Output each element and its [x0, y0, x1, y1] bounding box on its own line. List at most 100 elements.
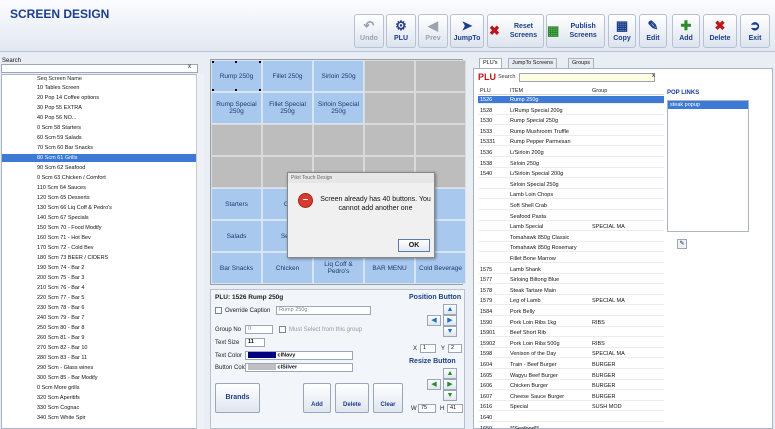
undo-button[interactable]: ↶ Undo: [354, 14, 384, 48]
screen-list-item[interactable]: 290 Scm - Glass wines: [2, 364, 198, 372]
plu-row[interactable]: Soft Shell Crab: [478, 202, 664, 210]
prev-button[interactable]: ◀ Prev: [418, 14, 448, 48]
plu-row[interactable]: 1650 **Seafood**: [478, 425, 664, 429]
shrink-left-button[interactable]: ◀: [427, 379, 441, 390]
pop-link-edit-icon[interactable]: ✎: [677, 239, 687, 249]
screen-list-item[interactable]: 220 Scm 77 - Bar 5: [2, 294, 198, 302]
left-search-input[interactable]: [1, 64, 198, 73]
plu-column-header[interactable]: ITEM: [510, 87, 592, 95]
screen-list-item[interactable]: 190 Scm 74 - Bar 2: [2, 264, 198, 272]
grid-cell[interactable]: [364, 124, 415, 156]
caption-input[interactable]: Rump 250g: [276, 306, 371, 315]
plu-column-header[interactable]: Group: [592, 87, 632, 95]
screen-list-item[interactable]: 0 Scm More grills: [2, 384, 198, 392]
screen-list-item[interactable]: 70 Scm 60 Bar Snacks: [2, 144, 198, 152]
screen-list-item[interactable]: 140 Scm 67 Specials: [2, 214, 198, 222]
button-color-select[interactable]: clSilver: [245, 363, 353, 372]
grid-cell[interactable]: [415, 60, 466, 92]
grid-cell[interactable]: [211, 124, 262, 156]
screen-list-item[interactable]: 160 Scm 71 - Hot Bev: [2, 234, 198, 242]
screen-list-item[interactable]: 30 Pop 55 EXTRA: [2, 104, 198, 112]
plu-row[interactable]: 1579 Leg of Lamb SPECIAL MA: [478, 297, 664, 306]
screen-list-item[interactable]: 300 Scm 85 - Bar Modify: [2, 374, 198, 382]
must-select-checkbox[interactable]: [279, 326, 286, 333]
screen-list-item[interactable]: 110 Scm 64 Sauces: [2, 184, 198, 192]
screen-list-item[interactable]: 270 Scm 82 - Bar 10: [2, 344, 198, 352]
left-search-clear[interactable]: x: [188, 64, 191, 70]
jumpto-button[interactable]: ➤ JumpTo: [450, 14, 484, 48]
screen-list-item[interactable]: 80 Scm 61 Grills: [2, 154, 198, 162]
add-button[interactable]: ✚ Add: [672, 14, 700, 48]
screen-list-item[interactable]: 170 Scm 72 - Cold Bev: [2, 244, 198, 252]
plu-row[interactable]: 1605 Wagyu Beef Burger BURGER: [478, 372, 664, 380]
plu-row[interactable]: 1598 Venison of the Day SPECIAL MA: [478, 350, 664, 359]
plu-row[interactable]: 1607 Cheese Sauce Burger BURGER: [478, 393, 664, 401]
plu-row[interactable]: 1528 L/Rump Special 200g: [478, 107, 664, 115]
right-tab[interactable]: Groups: [568, 58, 595, 68]
plu-row[interactable]: 1584 Pork Belly: [478, 308, 664, 316]
move-right-button[interactable]: ▶: [443, 315, 457, 326]
selection-handle[interactable]: [212, 89, 214, 91]
plu-row[interactable]: 15902 Pork Loin Ribs 500g RIBS: [478, 340, 664, 348]
plu-row[interactable]: 1575 Lamb Shank: [478, 266, 664, 274]
screen-list-item[interactable]: 210 Scm 76 - Bar 4: [2, 284, 198, 292]
grid-button[interactable]: Rump Special 250g: [211, 92, 262, 124]
grid-button[interactable]: Fillet 250g: [262, 60, 313, 92]
y-input[interactable]: 2: [448, 344, 462, 353]
grow-right-button[interactable]: ▶: [443, 379, 457, 390]
move-up-button[interactable]: ▲: [443, 304, 457, 315]
screen-list-item[interactable]: 10 Tables Screen: [2, 84, 198, 92]
screen-list-item[interactable]: 180 Scm 73 BEER / CIDERS: [2, 254, 198, 262]
screen-list-item[interactable]: 130 Scm 66 Liq Coff & Pedro's: [2, 204, 198, 212]
plu-row[interactable]: 15331 Rump Pepper Parmesan: [478, 138, 664, 147]
grid-button[interactable]: Bar Snacks: [211, 252, 262, 284]
publish-screens-button[interactable]: ▦ Publish Screens: [546, 14, 605, 48]
screen-list-item[interactable]: 200 Scm 75 - Bar 3: [2, 274, 198, 282]
w-input[interactable]: 75: [418, 404, 436, 413]
group-no-input[interactable]: 0: [245, 325, 273, 334]
grid-cell[interactable]: [415, 124, 466, 156]
plu-row[interactable]: 1538 Sirloin 250g: [478, 160, 664, 168]
grid-button[interactable]: Salads: [211, 220, 262, 252]
plu-row[interactable]: Sirloin Special 250g: [478, 181, 664, 189]
h-input[interactable]: 41: [447, 404, 463, 413]
plu-row[interactable]: 1640: [478, 414, 664, 422]
screen-list-scrollbar[interactable]: [196, 74, 204, 429]
text-color-select[interactable]: clNavy: [245, 351, 353, 360]
dialog-ok-button[interactable]: OK: [398, 239, 430, 252]
plu-row[interactable]: 1578 Steak Tartare Main: [478, 287, 664, 295]
screen-list-item[interactable]: 250 Scm 80 - Bar 8: [2, 324, 198, 332]
plu-row[interactable]: Fillet Bone Marrow: [478, 255, 664, 263]
plu-search-input[interactable]: [519, 73, 655, 82]
grid-cell[interactable]: [415, 92, 466, 124]
screen-list-item[interactable]: 240 Scm 79 - Bar 7: [2, 314, 198, 322]
screen-list-item[interactable]: 150 Scm 70 - Food Modify: [2, 224, 198, 232]
screen-list-item[interactable]: 320 Scm Aperitifs: [2, 394, 198, 402]
selection-handle[interactable]: [235, 89, 237, 91]
screen-list-item[interactable]: 280 Scm 83 - Bar 11: [2, 354, 198, 362]
plu-row[interactable]: Lamb Special SPECIAL MA: [478, 223, 664, 232]
pop-link-item[interactable]: steak popup: [668, 101, 748, 109]
grid-button[interactable]: Fillet Special 250g: [262, 92, 313, 124]
grid-clear-button[interactable]: Clear: [373, 383, 403, 413]
plu-row[interactable]: Seafood Pasta: [478, 213, 664, 221]
grid-button[interactable]: Sirloin Special 250g: [313, 92, 364, 124]
move-down-button[interactable]: ▼: [443, 326, 457, 337]
override-caption-checkbox[interactable]: [215, 307, 222, 314]
screen-list-item[interactable]: 230 Scm 78 - Bar 6: [2, 304, 198, 312]
plu-row[interactable]: 15901 Beef Short Rib: [478, 329, 664, 338]
grid-add-button[interactable]: Add: [303, 383, 331, 413]
plu-row[interactable]: Lamb Loin Chops: [478, 191, 664, 200]
right-tab[interactable]: JumpTo Screens: [508, 58, 557, 68]
selection-handle[interactable]: [259, 61, 261, 63]
selection-handle[interactable]: [212, 61, 214, 63]
plu-row[interactable]: 1606 Chicken Burger BURGER: [478, 382, 664, 391]
right-tab[interactable]: PLU's: [479, 58, 502, 68]
text-size-input[interactable]: 11: [245, 338, 265, 347]
screen-list-item[interactable]: 90 Scm 62 Seafood: [2, 164, 198, 172]
plu-search-clear[interactable]: x: [652, 73, 655, 79]
plu-row[interactable]: Tomahawk 850g Classic: [478, 234, 664, 242]
plu-row[interactable]: 1526 Rump 250g: [478, 96, 664, 104]
plu-row[interactable]: 1590 Pork Loin Ribs 1kg RIBS: [478, 319, 664, 327]
grid-cell[interactable]: [364, 92, 415, 124]
